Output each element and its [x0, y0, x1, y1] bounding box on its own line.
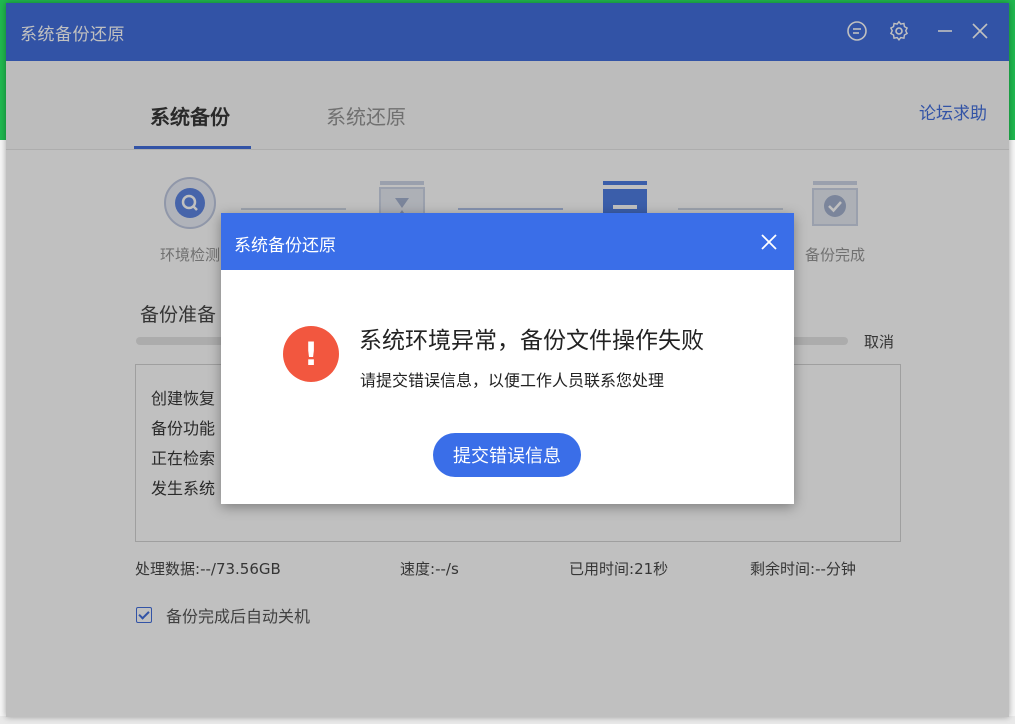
dialog-header: 系统备份还原 [221, 213, 794, 270]
dialog-title: 系统备份还原 [234, 236, 336, 256]
error-message: 系统环境异常，备份文件操作失败 [359, 328, 704, 354]
error-icon: ! [283, 326, 339, 382]
background-bottom [0, 716, 1015, 724]
error-dialog: 系统备份还原 ! 系统环境异常，备份文件操作失败 请提交错误信息，以便工作人员联… [221, 213, 794, 504]
submit-error-button[interactable]: 提交错误信息 [433, 433, 581, 477]
error-sub-message: 请提交错误信息，以便工作人员联系您处理 [360, 371, 665, 390]
dialog-close-icon[interactable] [756, 229, 782, 255]
